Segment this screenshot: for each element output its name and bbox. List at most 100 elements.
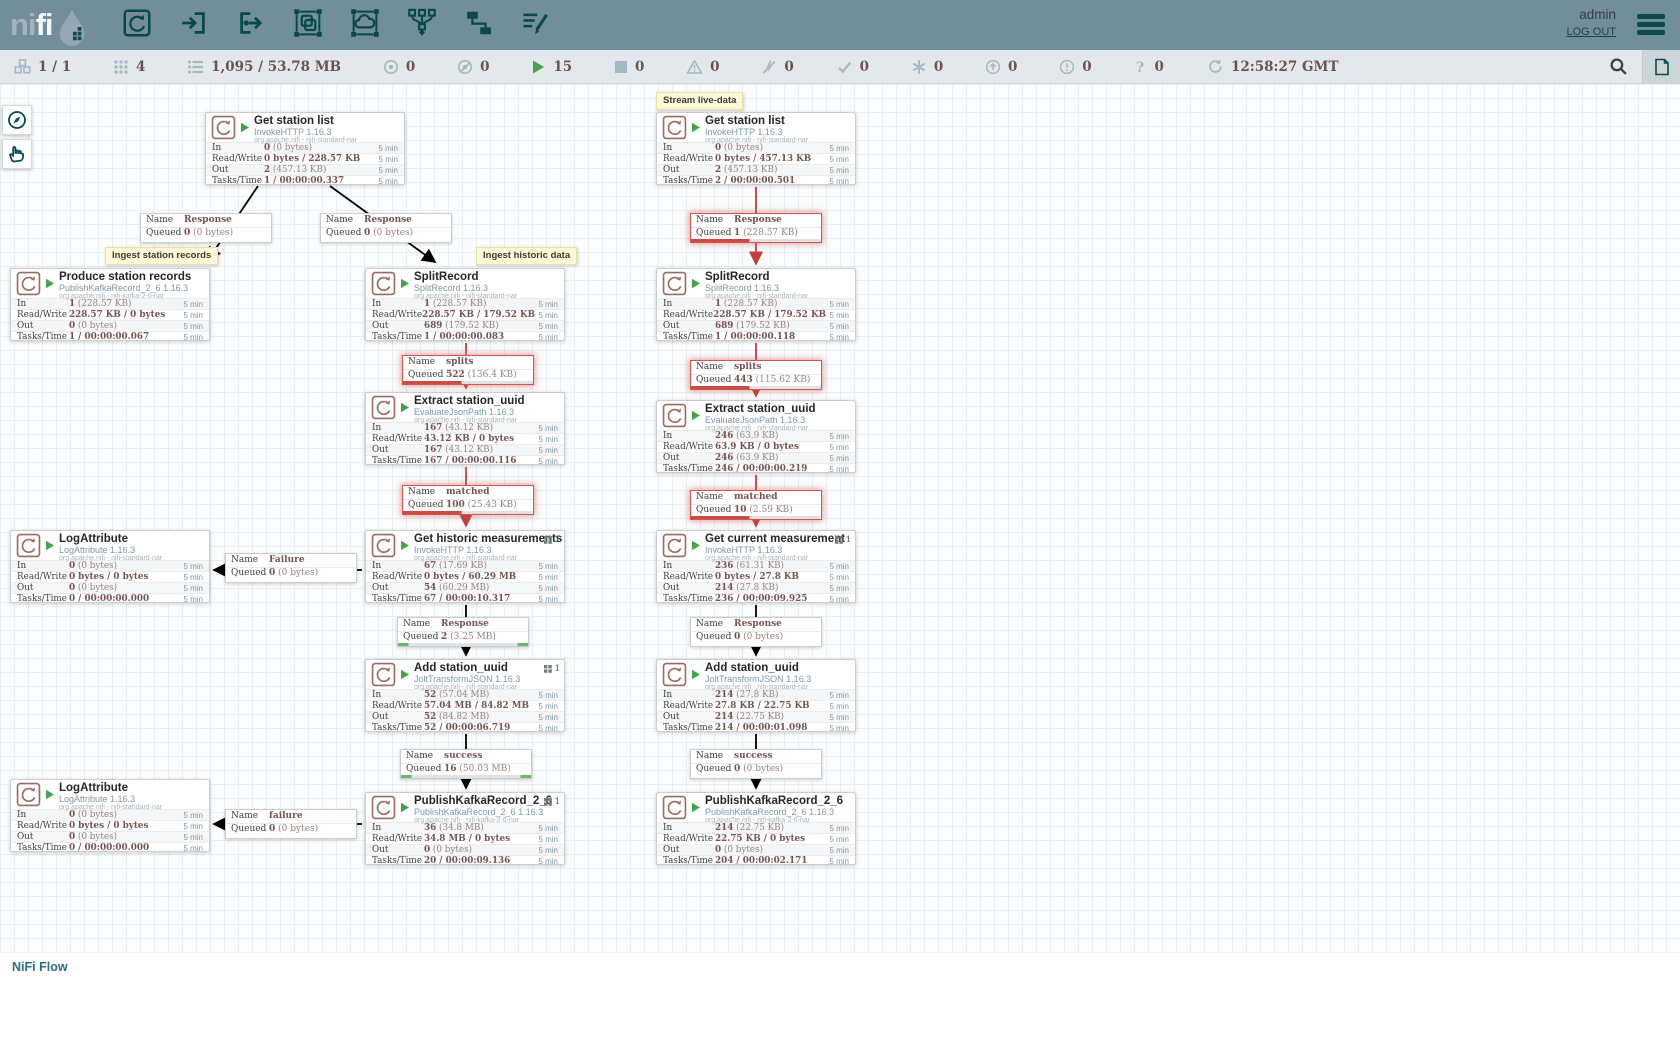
processor[interactable]: SplitRecord SplitRecord 1.16.3 org.apach… (656, 268, 856, 341)
stat-row-out: Out 2 (457.13 KB) 5 min (657, 164, 855, 175)
svg-text:?: ? (1136, 60, 1144, 75)
processor-icon (16, 271, 41, 296)
connection-label[interactable]: Name Response Queued 2 (3.25 MB) (397, 617, 529, 647)
search-button[interactable] (1609, 57, 1628, 76)
processor[interactable]: Get station list InvokeHTTP 1.16.3 org.a… (205, 112, 405, 185)
threads-icon (113, 59, 129, 75)
processor-type: EvaluateJsonPath 1.16.3 (414, 407, 564, 417)
flow-canvas[interactable]: Stream live-data Ingest station records In… (0, 84, 1680, 980)
backpressure-bar (226, 579, 356, 582)
connection-label[interactable]: Name failure Queued 0 (0 bytes) (225, 809, 357, 839)
processor-type: PublishKafkaRecord_2_6 1.16.3 (705, 807, 855, 817)
canvas-label[interactable]: Ingest historic data (476, 247, 577, 265)
processor[interactable]: PublishKafkaRecord_2_6 PublishKafkaRecor… (365, 792, 565, 865)
processor-bundle: org.apache.nifi - nifi-standard-nar (705, 555, 855, 562)
processor[interactable]: Get historic measurements InvokeHTTP 1.1… (365, 530, 565, 603)
processor[interactable]: LogAttribute LogAttribute 1.16.3 org.apa… (10, 530, 210, 603)
running-status-icon (45, 278, 55, 289)
processor-icon (16, 533, 41, 558)
new-label-button[interactable] (520, 9, 552, 41)
processor[interactable]: Get station list InvokeHTTP 1.16.3 org.a… (656, 112, 856, 185)
running-status-icon (45, 540, 55, 551)
connection-label[interactable]: Name splits Queued 443 (115.62 KB) (690, 360, 822, 390)
locally-modified-icon (911, 59, 927, 75)
connection-name: Response (184, 215, 232, 225)
stat-row-out: Out 689 (179.52 KB) 5 min (366, 320, 564, 331)
invalid-icon (686, 59, 703, 75)
operate-palette-button[interactable] (2, 139, 32, 169)
processor[interactable]: Extract station_uuid EvaluateJsonPath 1.… (656, 400, 856, 473)
processor-header: Extract station_uuid EvaluateJsonPath 1.… (657, 401, 855, 430)
logo-text: ni (10, 7, 36, 43)
new-input-port-button[interactable] (178, 9, 210, 41)
processor-header: LogAttribute LogAttribute 1.16.3 org.apa… (11, 531, 209, 560)
new-remote-process-group-button[interactable] (349, 9, 381, 41)
processor[interactable]: Produce station records PublishKafkaReco… (10, 268, 210, 341)
connection-label[interactable]: Name Response Queued 0 (0 bytes) (140, 213, 272, 243)
connection-label[interactable]: Name matched Queued 10 (2.59 KB) (690, 490, 822, 520)
new-template-button[interactable] (463, 9, 495, 41)
processor-header: PublishKafkaRecord_2_6 PublishKafkaRecor… (366, 793, 564, 822)
cluster-icon (14, 58, 31, 75)
connection-label[interactable]: Name Response Queued 0 (0 bytes) (690, 617, 822, 647)
new-output-port-button[interactable] (235, 9, 267, 41)
connection-label[interactable]: Name matched Queued 100 (25.43 KB) (402, 485, 534, 515)
processor-name: PublishKafkaRecord_2_6 (414, 795, 564, 807)
connection-name: failure (269, 811, 303, 821)
connection-name: success (444, 751, 482, 761)
global-menu-button[interactable] (1636, 11, 1666, 42)
processor-name: Extract station_uuid (414, 395, 564, 407)
processor-icon (662, 115, 687, 140)
logout-link[interactable]: LOG OUT (1566, 26, 1616, 38)
new-processor-button[interactable] (121, 9, 153, 41)
invalid-status: 0 (686, 59, 719, 75)
status-items: 1 / 1 4 1,095 / 53.78 MB 0 0 15 (14, 58, 1164, 75)
last-refreshed-time: 12:58:27 GMT (1231, 59, 1339, 75)
processor-type: JoltTransformJSON 1.16.3 (705, 674, 855, 684)
compass-icon (7, 110, 27, 130)
connection-label[interactable]: Name Failure Queued 0 (0 bytes) (225, 553, 357, 583)
processor-icon (371, 662, 396, 687)
birdseye-toggle-button[interactable] (1642, 50, 1680, 84)
processor-type: JoltTransformJSON 1.16.3 (414, 674, 564, 684)
navigate-palette-button[interactable] (2, 105, 32, 135)
stat-row-tasks-time: Tasks/Time 214 / 00:00:01.098 5 min (657, 722, 855, 733)
processor[interactable]: PublishKafkaRecord_2_6 PublishKafkaRecor… (656, 792, 856, 865)
breadcrumb[interactable]: NiFi Flow (12, 960, 68, 974)
processor-type: InvokeHTTP 1.16.3 (705, 545, 855, 555)
processor-name: LogAttribute (59, 533, 209, 545)
stat-row-out: Out 54 (60.29 MB) 5 min (366, 582, 564, 593)
processor-name: Produce station records (59, 271, 209, 283)
processor-type: InvokeHTTP 1.16.3 (705, 127, 855, 137)
stat-row-tasks-time: Tasks/Time 1 / 00:00:00.118 5 min (657, 331, 855, 342)
processor[interactable]: Extract station_uuid EvaluateJsonPath 1.… (365, 392, 565, 465)
processor[interactable]: SplitRecord SplitRecord 1.16.3 org.apach… (365, 268, 565, 341)
processor[interactable]: Add station_uuid JoltTransformJSON 1.16.… (365, 659, 565, 732)
processor-bundle: org.apache.nifi - nifi-standard-nar (414, 555, 564, 562)
stat-row-tasks-time: Tasks/Time 67 / 00:00:10.317 5 min (366, 593, 564, 604)
processor[interactable]: Get current measurement InvokeHTTP 1.16.… (656, 530, 856, 603)
canvas-label[interactable]: Ingest station records (105, 247, 218, 265)
new-funnel-button[interactable] (406, 9, 438, 41)
connection-queued: 0 (0 bytes) (269, 824, 318, 834)
new-process-group-button[interactable] (292, 9, 324, 41)
connection-label[interactable]: Name success Queued 0 (0 bytes) (690, 749, 822, 779)
processor-type: SplitRecord 1.16.3 (414, 283, 564, 293)
connection-label[interactable]: Name Response Queued 1 (228.57 KB) (690, 213, 822, 243)
refresh-icon[interactable] (1208, 59, 1223, 74)
connection-name: Response (734, 215, 782, 225)
stat-row-tasks-time: Tasks/Time 167 / 00:00:00.116 5 min (366, 455, 564, 466)
tasks-grid-icon (544, 798, 552, 806)
connection-label[interactable]: Name success Queued 16 (50.03 MB) (400, 749, 532, 779)
canvas-label[interactable]: Stream live-data (656, 92, 743, 110)
connection-queued: 10 (2.59 KB) (734, 505, 793, 515)
queued-status: 1,095 / 53.78 MB (187, 59, 341, 75)
connection-label[interactable]: Name Response Queued 0 (0 bytes) (320, 213, 452, 243)
connection-label[interactable]: Name splits Queued 522 (136.4 KB) (402, 355, 534, 385)
current-user-label: admin (1566, 7, 1616, 22)
processor[interactable]: LogAttribute LogAttribute 1.16.3 org.apa… (10, 779, 210, 852)
processor[interactable]: Add station_uuid JoltTransformJSON 1.16.… (656, 659, 856, 732)
processor-bundle: org.apache.nifi - nifi-standard-nar (59, 555, 209, 562)
stat-row-out: Out 52 (84.82 MB) 5 min (366, 711, 564, 722)
connection-queued: 0 (0 bytes) (364, 228, 413, 238)
